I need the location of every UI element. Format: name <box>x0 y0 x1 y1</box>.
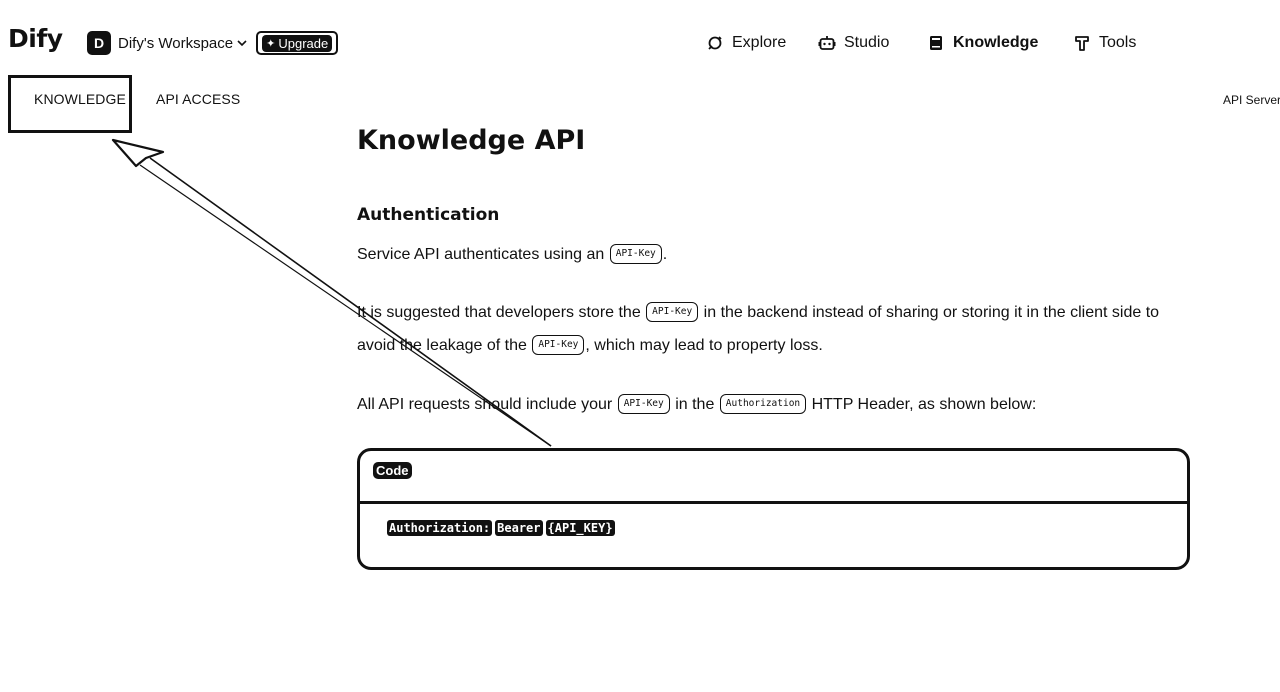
code-token: Authorization: <box>387 520 493 536</box>
p1-text-a: Service API authenticates using an <box>357 246 609 263</box>
sparkle-icon: ✦ <box>266 37 276 50</box>
tab-api-access[interactable]: API ACCESS <box>156 91 240 107</box>
workspace-name: Dify's Workspace <box>118 34 234 52</box>
chevron-down-icon <box>237 40 247 47</box>
dify-logo[interactable]: Dify <box>8 24 63 53</box>
nav-knowledge[interactable]: Knowledge <box>927 31 1038 55</box>
nav-tools-label: Tools <box>1099 34 1137 51</box>
code-block: Code Authorization: Bearer {API_KEY} <box>357 448 1190 570</box>
code-block-title: Code <box>373 462 412 479</box>
p2-text-a: It is suggested that developers store th… <box>357 304 646 321</box>
code-block-body[interactable]: Authorization: Bearer {API_KEY} <box>387 520 615 536</box>
workspace-switcher[interactable]: D Dify's Workspace ✦ Upgrade <box>87 31 339 55</box>
inline-code-authorization: Authorization <box>719 393 807 414</box>
tab-knowledge[interactable]: KNOWLEDGE <box>34 91 126 107</box>
page-title: Knowledge API <box>357 125 586 156</box>
code-token: Bearer <box>495 520 543 536</box>
code-block-header: Code <box>360 451 1187 504</box>
paragraph-storage-advice: It is suggested that developers store th… <box>357 296 1197 362</box>
paragraph-auth-intro: Service API authenticates using an API-K… <box>357 238 1197 271</box>
nav-explore-label: Explore <box>732 34 787 51</box>
upgrade-label: Upgrade <box>278 35 329 51</box>
nav-studio[interactable]: Studio <box>818 31 889 55</box>
upgrade-badge: ✦ Upgrade <box>262 34 333 52</box>
inline-code-api-key: API-Key <box>609 243 662 264</box>
nav-studio-label: Studio <box>844 34 890 51</box>
explore-icon <box>708 36 722 50</box>
nav-knowledge-label: Knowledge <box>953 34 1039 51</box>
workspace-avatar: D <box>87 31 111 55</box>
inline-code-api-key: API-Key <box>532 334 585 355</box>
code-token: {API_KEY} <box>545 520 615 536</box>
p3-text-c: HTTP Header, as shown below: <box>807 396 1037 413</box>
inline-code-api-key: API-Key <box>646 301 699 322</box>
section-title-authentication: Authentication <box>357 205 500 225</box>
upgrade-button[interactable]: ✦ Upgrade <box>256 31 339 55</box>
book-icon <box>930 36 942 50</box>
api-server-label: API Server <box>1223 93 1280 107</box>
p1-text-b: . <box>662 246 668 263</box>
paragraph-header-instruction: All API requests should include your API… <box>357 388 1197 421</box>
inline-code-api-key: API-Key <box>617 393 670 414</box>
p3-text-b: in the <box>670 396 719 413</box>
p2-text-c: , which may lead to property loss. <box>585 337 823 354</box>
p3-text-a: All API requests should include your <box>357 396 617 413</box>
nav-tools[interactable]: Tools <box>1073 31 1136 55</box>
robot-icon <box>818 36 836 50</box>
nav-explore[interactable]: Explore <box>706 31 786 55</box>
top-header: Dify D Dify's Workspace ✦ Upgrade Explor… <box>0 0 1280 84</box>
hammer-icon <box>1075 36 1089 51</box>
